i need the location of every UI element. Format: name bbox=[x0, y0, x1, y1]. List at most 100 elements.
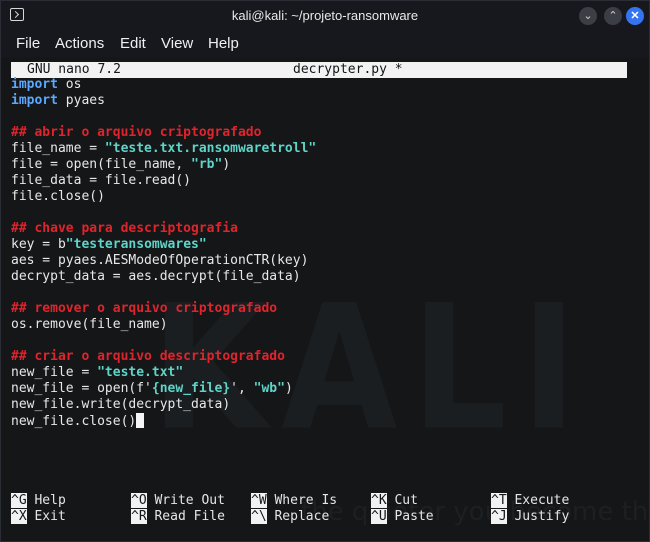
code-string: "wb" bbox=[253, 381, 285, 396]
code-line: key = b"testeransomwares" bbox=[11, 237, 316, 253]
code-text: new_file.write(decrypt_data) bbox=[11, 397, 231, 412]
code-comment: ## chave para descriptografia bbox=[11, 221, 238, 236]
nano-filename: decrypter.py * bbox=[293, 62, 403, 77]
code-line: new_file = "teste.txt" bbox=[11, 365, 316, 381]
code-text: decrypt_data = aes.decrypt(file_data) bbox=[11, 269, 301, 284]
shortcut-label: Read File bbox=[154, 509, 225, 524]
code-text: new_file = bbox=[11, 365, 98, 380]
shortcut-write-out[interactable]: ^O Write Out bbox=[131, 493, 225, 509]
shortcut-label: Cut bbox=[394, 493, 418, 508]
shortcut-key: ^K bbox=[371, 493, 387, 508]
code-editor[interactable]: import os import pyaes ## abrir o arquivo… bbox=[11, 77, 316, 429]
code-comment: ## remover o arquivo criptografado bbox=[11, 301, 278, 316]
shortcut-help[interactable]: ^G Help bbox=[11, 493, 66, 509]
code-string: "testeransomwares" bbox=[65, 237, 207, 252]
shortcut-exit[interactable]: ^X Exit bbox=[11, 509, 66, 525]
code-line: ## criar o arquivo descriptografado bbox=[11, 349, 316, 365]
code-string: "teste.txt.ransomwaretroll" bbox=[104, 141, 317, 156]
code-text: file = open(file_name, bbox=[11, 157, 192, 172]
code-text: os.remove(file_name) bbox=[11, 317, 168, 332]
code-line: file.close() bbox=[11, 189, 316, 205]
code-keyword: import bbox=[11, 77, 58, 92]
shortcut-key: ^U bbox=[371, 509, 387, 524]
shortcut-key: ^R bbox=[131, 509, 147, 524]
code-line: new_file.write(decrypt_data) bbox=[11, 397, 316, 413]
shortcut-paste[interactable]: ^U Paste bbox=[371, 509, 434, 525]
nano-header-bar: GNU nano 7.2 decrypter.py * bbox=[11, 62, 627, 78]
code-text: new_file = open(f' bbox=[11, 381, 152, 396]
code-comment: ## criar o arquivo descriptografado bbox=[11, 349, 285, 364]
code-text: file.close() bbox=[11, 189, 105, 204]
code-line: new_file = open(f'{new_file}', "wb") bbox=[11, 381, 316, 397]
code-text: os bbox=[57, 77, 82, 92]
shortcut-execute[interactable]: ^T Execute bbox=[491, 493, 569, 509]
code-text: new_file.close() bbox=[11, 414, 137, 429]
shortcut-label: Exit bbox=[34, 509, 66, 524]
shortcut-replace[interactable]: ^\ Replace bbox=[251, 509, 329, 525]
code-line: ## abrir o arquivo criptografado bbox=[11, 125, 316, 141]
menu-help[interactable]: Help bbox=[208, 35, 239, 52]
terminal-area[interactable]: KALI L the quieter you become the more G… bbox=[1, 57, 649, 541]
code-text: ) bbox=[284, 381, 293, 396]
maximize-button[interactable]: ⌃ bbox=[604, 7, 622, 25]
code-string: {new_file} bbox=[151, 381, 231, 396]
code-line: file = open(file_name, "rb") bbox=[11, 157, 316, 173]
shortcut-label: Execute bbox=[514, 493, 570, 508]
shortcut-justify[interactable]: ^J Justify bbox=[491, 509, 569, 525]
title-bar[interactable]: kali@kali: ~/projeto-ransomware ⌄ ⌃ ✕ bbox=[1, 1, 649, 31]
shortcut-read-file[interactable]: ^R Read File bbox=[131, 509, 225, 525]
close-button[interactable]: ✕ bbox=[626, 7, 644, 25]
menu-file[interactable]: File bbox=[16, 35, 40, 52]
code-string: "teste.txt" bbox=[97, 365, 184, 380]
menu-edit[interactable]: Edit bbox=[120, 35, 146, 52]
code-text: file_data = file.read() bbox=[11, 173, 192, 188]
window-title: kali@kali: ~/projeto-ransomware bbox=[231, 8, 419, 23]
shortcut-label: Write Out bbox=[154, 493, 225, 508]
menu-view[interactable]: View bbox=[161, 35, 193, 52]
shortcut-label: Replace bbox=[274, 509, 330, 524]
minimize-button[interactable]: ⌄ bbox=[579, 7, 597, 25]
code-string: "rb" bbox=[191, 157, 223, 172]
code-line: decrypt_data = aes.decrypt(file_data) bbox=[11, 269, 316, 285]
code-line: aes = pyaes.AESModeOfOperationCTR(key) bbox=[11, 253, 316, 269]
terminal-window: kali@kali: ~/projeto-ransomware ⌄ ⌃ ✕ Fi… bbox=[0, 0, 650, 542]
shortcut-label: Where Is bbox=[274, 493, 338, 508]
code-line: os.remove(file_name) bbox=[11, 317, 316, 333]
shortcut-key: ^\ bbox=[251, 509, 267, 524]
shortcut-key: ^O bbox=[131, 493, 147, 508]
shortcut-key: ^J bbox=[491, 509, 507, 524]
shortcut-cut[interactable]: ^K Cut bbox=[371, 493, 418, 509]
shortcut-key: ^W bbox=[251, 493, 267, 508]
code-text: file_name = bbox=[11, 141, 105, 156]
code-text: key = b bbox=[11, 237, 66, 252]
shortcut-key: ^T bbox=[491, 493, 507, 508]
shortcut-label: Help bbox=[34, 493, 66, 508]
shortcut-key: ^X bbox=[11, 509, 27, 524]
shortcut-where-is[interactable]: ^W Where Is bbox=[251, 493, 337, 509]
shortcut-label: Justify bbox=[514, 509, 570, 524]
menu-bar: File Actions Edit View Help bbox=[1, 31, 649, 57]
code-line: new_file.close() bbox=[11, 413, 316, 429]
nano-shortcut-bar: ^G Help ^X Exit ^O Write Out ^R Read Fil… bbox=[11, 493, 641, 525]
code-line: ## remover o arquivo criptografado bbox=[11, 301, 316, 317]
code-comment: ## abrir o arquivo criptografado bbox=[11, 125, 262, 140]
code-text: ', bbox=[230, 381, 254, 396]
code-line: file_name = "teste.txt.ransomwaretroll" bbox=[11, 141, 316, 157]
code-line: import os bbox=[11, 77, 316, 93]
nano-version: GNU nano 7.2 bbox=[27, 62, 121, 77]
code-text: pyaes bbox=[57, 93, 105, 108]
code-text: aes = pyaes.AESModeOfOperationCTR(key) bbox=[11, 253, 309, 268]
code-keyword: import bbox=[11, 93, 58, 108]
code-line: ## chave para descriptografia bbox=[11, 221, 316, 237]
code-line: file_data = file.read() bbox=[11, 173, 316, 189]
shortcut-key: ^G bbox=[11, 493, 27, 508]
code-text: ) bbox=[222, 157, 231, 172]
shortcut-label: Paste bbox=[394, 509, 434, 524]
menu-actions[interactable]: Actions bbox=[55, 35, 104, 52]
text-cursor bbox=[136, 413, 145, 428]
code-line: import pyaes bbox=[11, 93, 316, 109]
